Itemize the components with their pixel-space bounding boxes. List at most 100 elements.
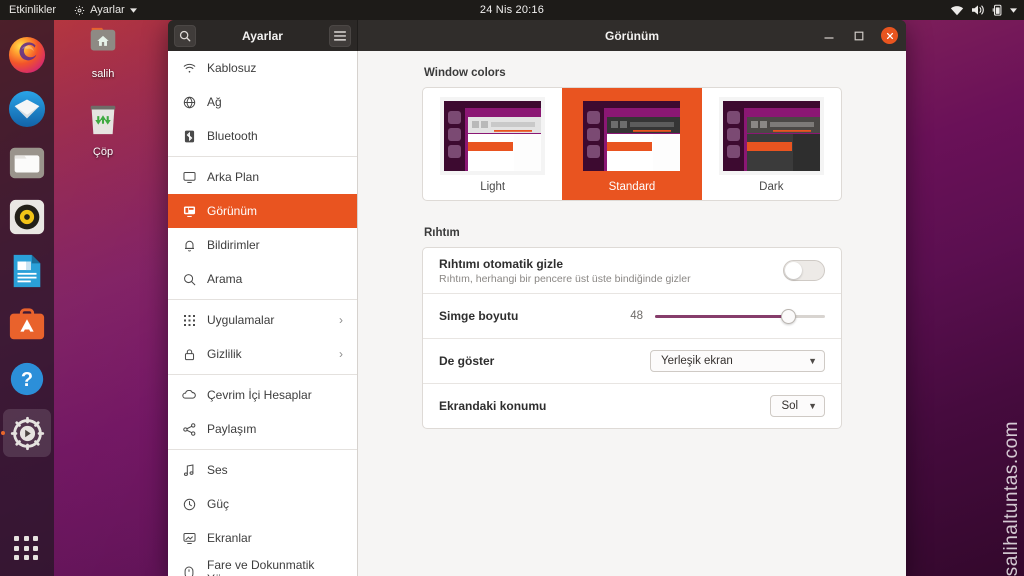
sidebar-item-background[interactable]: Arka Plan [168,160,357,194]
ubuntu-software-icon [7,305,47,345]
close-button[interactable] [881,27,898,44]
cloud-icon [182,390,196,400]
clock[interactable]: 24 Nis 20:16 [0,4,1024,16]
grid-dot [33,555,39,561]
slider-fill [655,314,788,318]
sidebar-item-label: Uygulamalar [207,313,275,327]
show-applications-button[interactable] [14,536,40,562]
dock-item-ubuntu-software[interactable] [0,298,54,352]
dock-item-thunderbird[interactable] [0,82,54,136]
settings-sidebar[interactable]: Kablosuz Ağ Bluetooth Arka Plan Görünüm … [168,51,358,576]
chevron-right-icon: › [339,347,343,361]
menu-button[interactable] [329,24,351,47]
desktop-icon-trash[interactable]: Çöp [72,100,134,158]
sidebar-item-privacy[interactable]: Gizlilik › [168,337,357,371]
sidebar-item-displays[interactable]: Ekranlar [168,521,357,555]
dock-item-files[interactable] [0,136,54,190]
mouse-icon [182,566,196,576]
theme-name: Dark [759,181,784,193]
dock-item-help[interactable]: ? [0,352,54,406]
chevron-down-icon [1010,7,1017,13]
sidebar-item-label: Güç [207,497,230,511]
rhythmbox-icon [7,197,47,237]
sidebar-separator [168,156,357,157]
sidebar-item-notifications[interactable]: Bildirimler [168,228,357,262]
dock-section-title: Rıhtım [424,227,460,239]
minimize-button[interactable] [821,28,837,44]
theme-preview-standard [579,97,685,175]
theme-option-light[interactable]: Light [423,88,562,200]
firefox-icon [7,35,47,75]
search-button[interactable] [174,24,196,47]
show-on-row[interactable]: De göster Yerleşik ekran ▼ [423,338,841,383]
icon-size-slider[interactable] [655,308,825,324]
grid-dot [23,536,29,541]
show-on-value: Yerleşik ekran [661,355,733,367]
show-on-dropdown[interactable]: Yerleşik ekran ▼ [650,350,825,372]
theme-name: Light [480,181,506,193]
settings-window: Ayarlar Görünüm Kablosuz Ağ Bluetooth Ar… [168,20,906,576]
sidebar-item-network[interactable]: Ağ [168,85,357,119]
sidebar-item-label: Ağ [207,95,222,109]
icon-size-row[interactable]: Simge boyutu 48 [423,293,841,338]
slider-knob[interactable] [780,308,796,324]
help-question-icon: ? [7,359,47,399]
theme-name: Standard [608,181,656,193]
hamburger-menu-icon [334,30,346,41]
position-dropdown[interactable]: Sol ▼ [770,395,825,417]
sidebar-item-sharing[interactable]: Paylaşım [168,412,357,446]
lock-icon [182,348,196,361]
autohide-description: Rıhtım, herhangi bir pencere üst üste bi… [439,272,691,285]
globe-icon [182,96,196,109]
bluetooth-icon [182,130,196,143]
top-bar: Etkinlikler Ayarlar 24 Nis 20:16 [0,0,1024,20]
desktop-icon-label: Çöp [92,146,114,158]
thunderbird-icon [7,89,47,129]
desktop-icon-label: salih [91,68,115,80]
sidebar-item-sound[interactable]: Ses [168,453,357,487]
show-on-label: De göster [439,354,495,368]
autohide-toggle[interactable] [783,260,825,281]
sidebar-item-label: Paylaşım [207,422,257,436]
sidebar-item-label: Arama [207,272,243,286]
sidebar-item-wireless[interactable]: Kablosuz [168,51,357,85]
app-menu-button[interactable]: Ayarlar [65,0,146,20]
chevron-down-icon [129,7,137,13]
theme-chooser: Light Standard Dark [422,87,842,201]
theme-option-standard[interactable]: Standard [562,88,702,200]
grid-dot [23,555,29,561]
sidebar-item-bluetooth[interactable]: Bluetooth [168,119,357,153]
sidebar-item-label: Bildirimler [207,238,260,252]
sidebar-item-online-accounts[interactable]: Çevrim İçi Hesaplar [168,378,357,412]
sidebar-item-mouse-touchpad[interactable]: Fare ve Dokunmatik Yüzey [168,555,357,576]
watermark-text: salihaltuntas.com [1001,420,1022,576]
settings-gear-icon [7,413,47,453]
grid-dot [33,545,39,551]
maximize-button[interactable] [851,28,867,44]
desktop-icon-home[interactable]: salih [72,26,134,80]
position-row[interactable]: Ekrandaki konumu Sol ▼ [423,383,841,428]
appearance-icon [182,205,196,217]
sidebar-separator [168,299,357,300]
sidebar-item-search[interactable]: Arama [168,262,357,296]
dock-item-libreoffice-writer[interactable] [0,244,54,298]
sidebar-item-appearance[interactable]: Görünüm [168,194,357,228]
sidebar-title: Ayarlar [242,28,283,43]
dock-item-rhythmbox[interactable] [0,190,54,244]
system-indicators[interactable] [950,0,1017,20]
theme-option-dark[interactable]: Dark [702,88,841,200]
dock-settings-card: Rıhtımı otomatik gizle Rıhtım, herhangi … [422,247,842,429]
autohide-row[interactable]: Rıhtımı otomatik gizle Rıhtım, herhangi … [423,248,841,293]
dock-item-firefox[interactable] [0,28,54,82]
activities-button[interactable]: Etkinlikler [0,0,65,20]
sidebar-item-label: Fare ve Dokunmatik Yüzey [207,558,315,576]
volume-icon [971,4,985,16]
home-folder-icon [90,27,116,51]
theme-preview-light [440,97,546,175]
dock-item-settings[interactable] [0,406,54,460]
sidebar-item-power[interactable]: Güç [168,487,357,521]
sidebar-item-label: Çevrim İçi Hesaplar [207,388,312,402]
sidebar-item-label: Ekranlar [207,531,252,545]
wallpaper-icon [182,171,196,183]
sidebar-item-applications[interactable]: Uygulamalar › [168,303,357,337]
